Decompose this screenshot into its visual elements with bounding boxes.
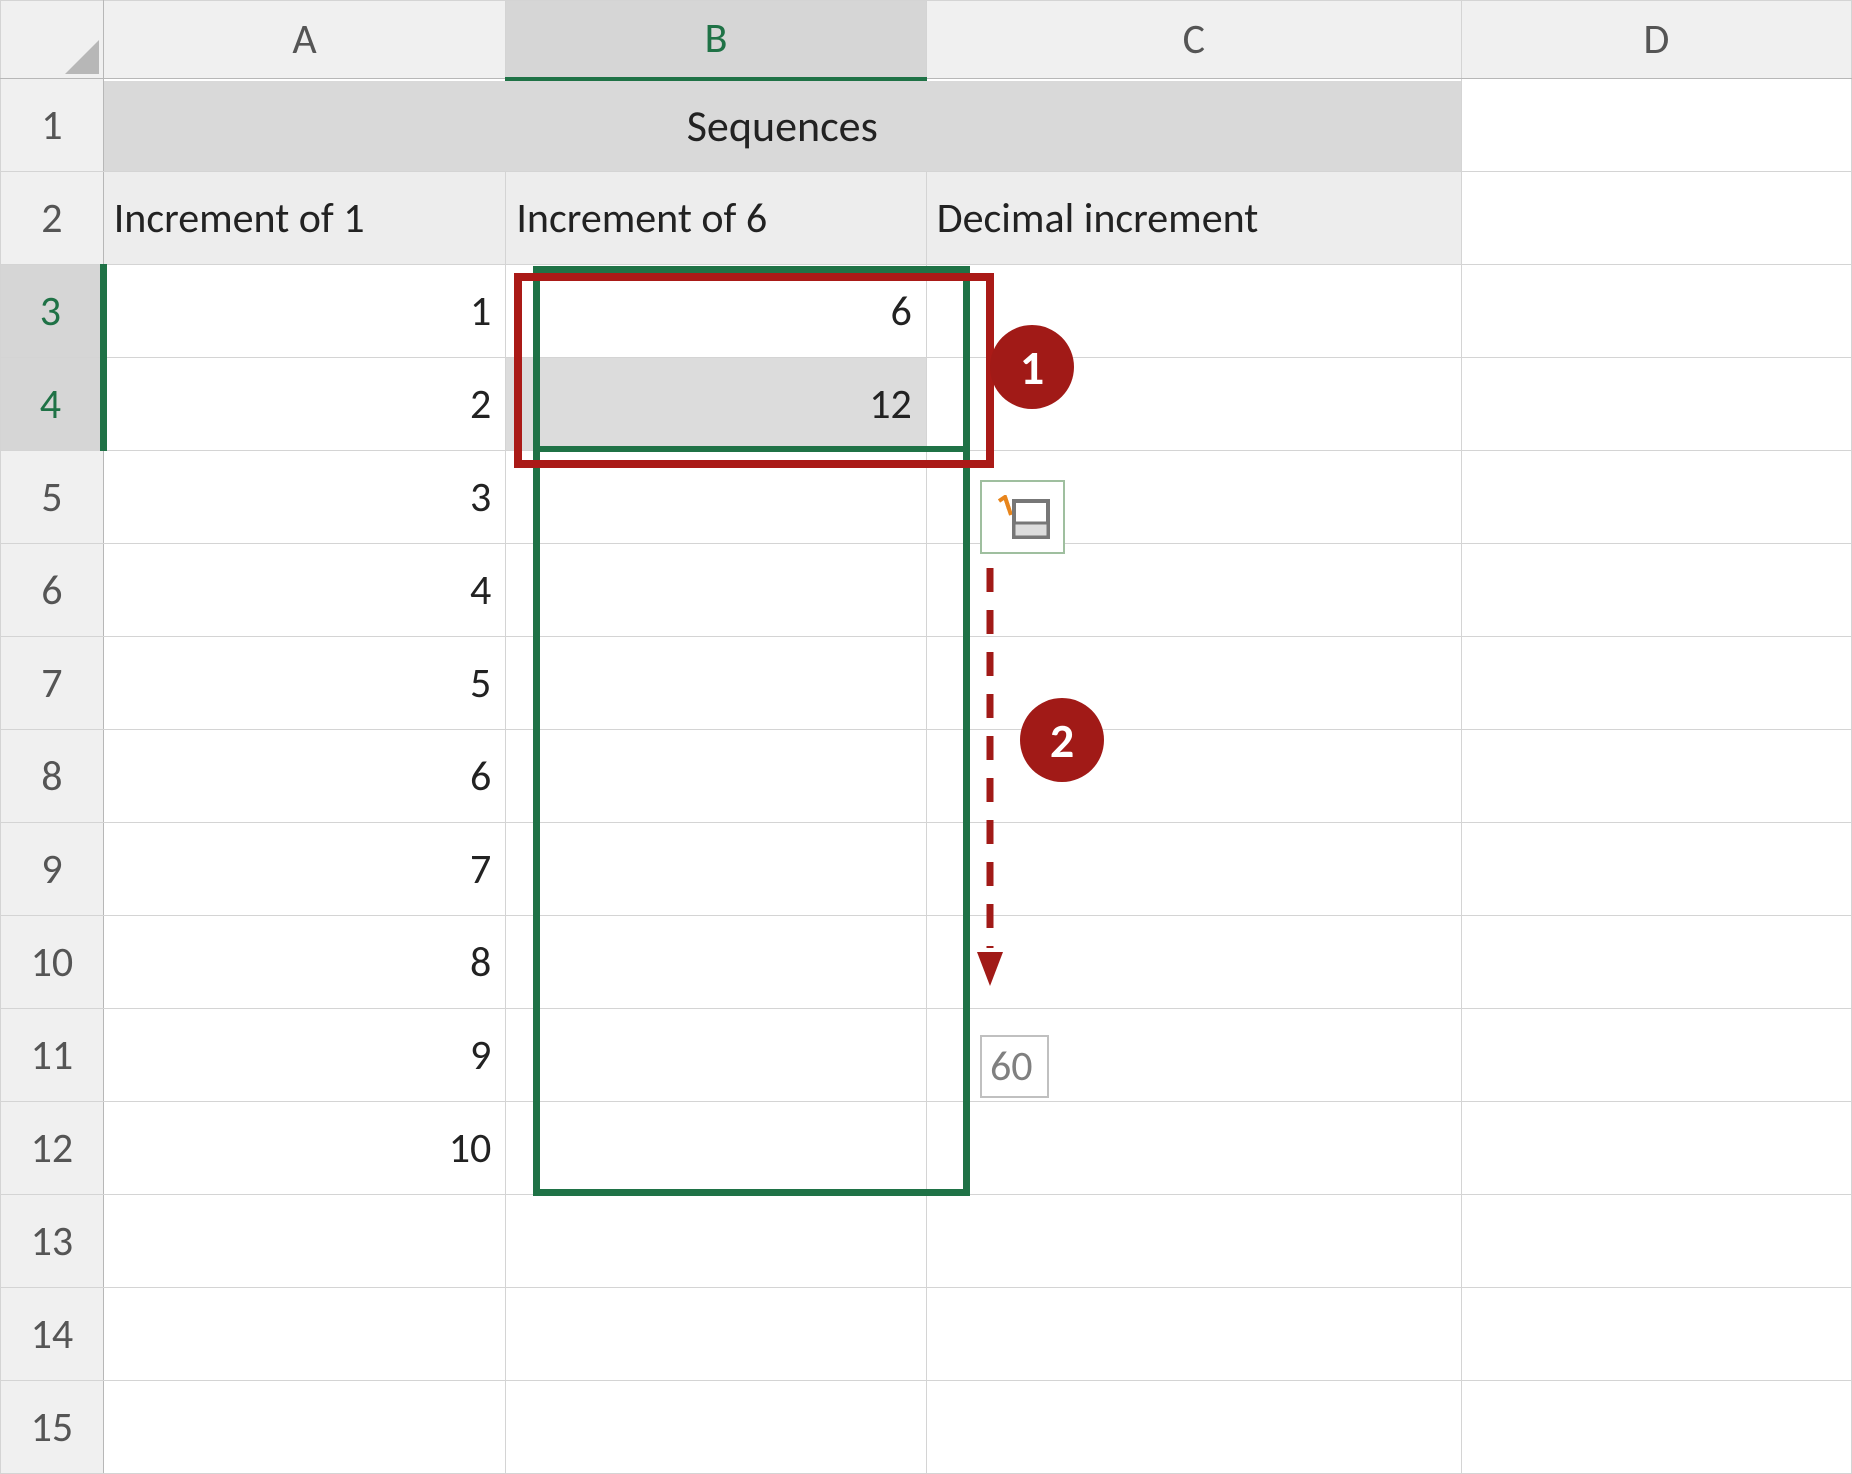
row-header-8[interactable]: 8 <box>1 730 104 823</box>
cell-D15[interactable] <box>1461 1381 1851 1474</box>
row-3: 3 1 6 <box>1 265 1852 358</box>
row-header-1[interactable]: 1 <box>1 79 104 172</box>
row-header-11[interactable]: 11 <box>1 1009 104 1102</box>
cell-A5[interactable]: 3 <box>103 451 506 544</box>
row-header-2[interactable]: 2 <box>1 172 104 265</box>
cell-B11[interactable] <box>506 1009 926 1102</box>
col-header-B[interactable]: B <box>506 1 926 79</box>
cell-C10[interactable] <box>926 916 1461 1009</box>
col-header-A[interactable]: A <box>103 1 506 79</box>
row-header-9[interactable]: 9 <box>1 823 104 916</box>
cell-D5[interactable] <box>1461 451 1851 544</box>
row-header-7[interactable]: 7 <box>1 637 104 730</box>
row-header-12[interactable]: 12 <box>1 1102 104 1195</box>
callout-step1: 1 <box>990 325 1074 409</box>
col-header-D[interactable]: D <box>1461 1 1851 79</box>
cell-B5[interactable] <box>506 451 926 544</box>
row-6: 6 4 <box>1 544 1852 637</box>
cell-B8[interactable] <box>506 730 926 823</box>
cell-D10[interactable] <box>1461 916 1851 1009</box>
cell-C7[interactable] <box>926 637 1461 730</box>
grid-table[interactable]: A B C D 1 Sequences 2 Increment of 1 Inc… <box>0 0 1852 1474</box>
row-header-6[interactable]: 6 <box>1 544 104 637</box>
quick-analysis-button[interactable] <box>980 480 1065 554</box>
row-header-14[interactable]: 14 <box>1 1288 104 1381</box>
cell-C6[interactable] <box>926 544 1461 637</box>
row-9: 9 7 <box>1 823 1852 916</box>
cell-B2[interactable]: Increment of 6 <box>506 172 926 265</box>
row-header-10[interactable]: 10 <box>1 916 104 1009</box>
cell-D2[interactable] <box>1461 172 1851 265</box>
cell-B10[interactable] <box>506 916 926 1009</box>
title-cell[interactable]: Sequences <box>103 79 1461 172</box>
cell-C13[interactable] <box>926 1195 1461 1288</box>
cell-A3[interactable]: 1 <box>103 265 506 358</box>
cell-B14[interactable] <box>506 1288 926 1381</box>
cell-D11[interactable] <box>1461 1009 1851 1102</box>
row-header-4[interactable]: 4 <box>1 358 104 451</box>
cell-A15[interactable] <box>103 1381 506 1474</box>
row-1: 1 Sequences <box>1 79 1852 172</box>
cell-A7[interactable]: 5 <box>103 637 506 730</box>
select-all-corner[interactable] <box>1 1 104 79</box>
row-2: 2 Increment of 1 Increment of 6 Decimal … <box>1 172 1852 265</box>
cell-A14[interactable] <box>103 1288 506 1381</box>
row-header-3[interactable]: 3 <box>1 265 104 358</box>
row-4: 4 2 12 <box>1 358 1852 451</box>
cell-D9[interactable] <box>1461 823 1851 916</box>
cell-B9[interactable] <box>506 823 926 916</box>
cell-D6[interactable] <box>1461 544 1851 637</box>
row-11: 11 9 <box>1 1009 1852 1102</box>
select-all-triangle-icon <box>65 40 99 74</box>
cell-A8[interactable]: 6 <box>103 730 506 823</box>
cell-B13[interactable] <box>506 1195 926 1288</box>
cell-A12[interactable]: 10 <box>103 1102 506 1195</box>
cell-A6[interactable]: 4 <box>103 544 506 637</box>
fill-preview-tooltip: 60 <box>980 1035 1049 1098</box>
cell-B6[interactable] <box>506 544 926 637</box>
callout-step2: 2 <box>1020 698 1104 782</box>
column-header-row: A B C D <box>1 1 1852 79</box>
cell-D14[interactable] <box>1461 1288 1851 1381</box>
cell-A10[interactable]: 8 <box>103 916 506 1009</box>
row-header-15[interactable]: 15 <box>1 1381 104 1474</box>
cell-B4[interactable]: 12 <box>506 358 926 451</box>
cell-A11[interactable]: 9 <box>103 1009 506 1102</box>
cell-C2[interactable]: Decimal increment <box>926 172 1461 265</box>
row-15: 15 <box>1 1381 1852 1474</box>
cell-A4[interactable]: 2 <box>103 358 506 451</box>
row-header-5[interactable]: 5 <box>1 451 104 544</box>
row-10: 10 8 <box>1 916 1852 1009</box>
row-12: 12 10 <box>1 1102 1852 1195</box>
cell-D7[interactable] <box>1461 637 1851 730</box>
cell-D3[interactable] <box>1461 265 1851 358</box>
row-7: 7 5 <box>1 637 1852 730</box>
cell-B3[interactable]: 6 <box>506 265 926 358</box>
quick-analysis-icon <box>995 495 1050 540</box>
cell-B7[interactable] <box>506 637 926 730</box>
cell-C15[interactable] <box>926 1381 1461 1474</box>
cell-C12[interactable] <box>926 1102 1461 1195</box>
row-8: 8 6 <box>1 730 1852 823</box>
cell-C8[interactable] <box>926 730 1461 823</box>
cell-D13[interactable] <box>1461 1195 1851 1288</box>
cell-A13[interactable] <box>103 1195 506 1288</box>
row-14: 14 <box>1 1288 1852 1381</box>
cell-D8[interactable] <box>1461 730 1851 823</box>
cell-D12[interactable] <box>1461 1102 1851 1195</box>
cell-D1[interactable] <box>1461 79 1851 172</box>
cell-B12[interactable] <box>506 1102 926 1195</box>
cell-A2[interactable]: Increment of 1 <box>103 172 506 265</box>
col-header-C[interactable]: C <box>926 1 1461 79</box>
cell-C9[interactable] <box>926 823 1461 916</box>
row-5: 5 3 <box>1 451 1852 544</box>
row-13: 13 <box>1 1195 1852 1288</box>
row-header-13[interactable]: 13 <box>1 1195 104 1288</box>
cell-B15[interactable] <box>506 1381 926 1474</box>
cell-A9[interactable]: 7 <box>103 823 506 916</box>
spreadsheet-grid[interactable]: A B C D 1 Sequences 2 Increment of 1 Inc… <box>0 0 1852 1474</box>
cell-C14[interactable] <box>926 1288 1461 1381</box>
cell-D4[interactable] <box>1461 358 1851 451</box>
